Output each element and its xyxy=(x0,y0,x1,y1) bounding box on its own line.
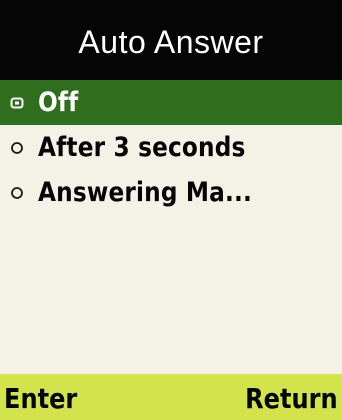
options-list: Off After 3 seconds Answering Ma... xyxy=(0,80,342,215)
option-label: Answering Ma... xyxy=(38,177,252,208)
option-label: Off xyxy=(38,87,79,118)
radio-unselected-icon xyxy=(0,125,34,170)
option-answering-machine[interactable]: Answering Ma... xyxy=(0,170,342,215)
radio-unselected-icon xyxy=(0,170,34,215)
page-title: Auto Answer xyxy=(78,23,264,60)
radio-selected-icon xyxy=(0,80,34,125)
option-label: After 3 seconds xyxy=(38,132,246,163)
title-bar: Auto Answer xyxy=(0,0,342,80)
enter-softkey[interactable]: Enter xyxy=(4,372,77,420)
option-off[interactable]: Off xyxy=(0,80,342,125)
auto-answer-screen: Auto Answer Off After 3 seconds Answerin… xyxy=(0,0,342,420)
option-after-3-seconds[interactable]: After 3 seconds xyxy=(0,125,342,170)
softkey-bar: Enter Return xyxy=(0,374,342,420)
return-softkey[interactable]: Return xyxy=(245,372,338,420)
